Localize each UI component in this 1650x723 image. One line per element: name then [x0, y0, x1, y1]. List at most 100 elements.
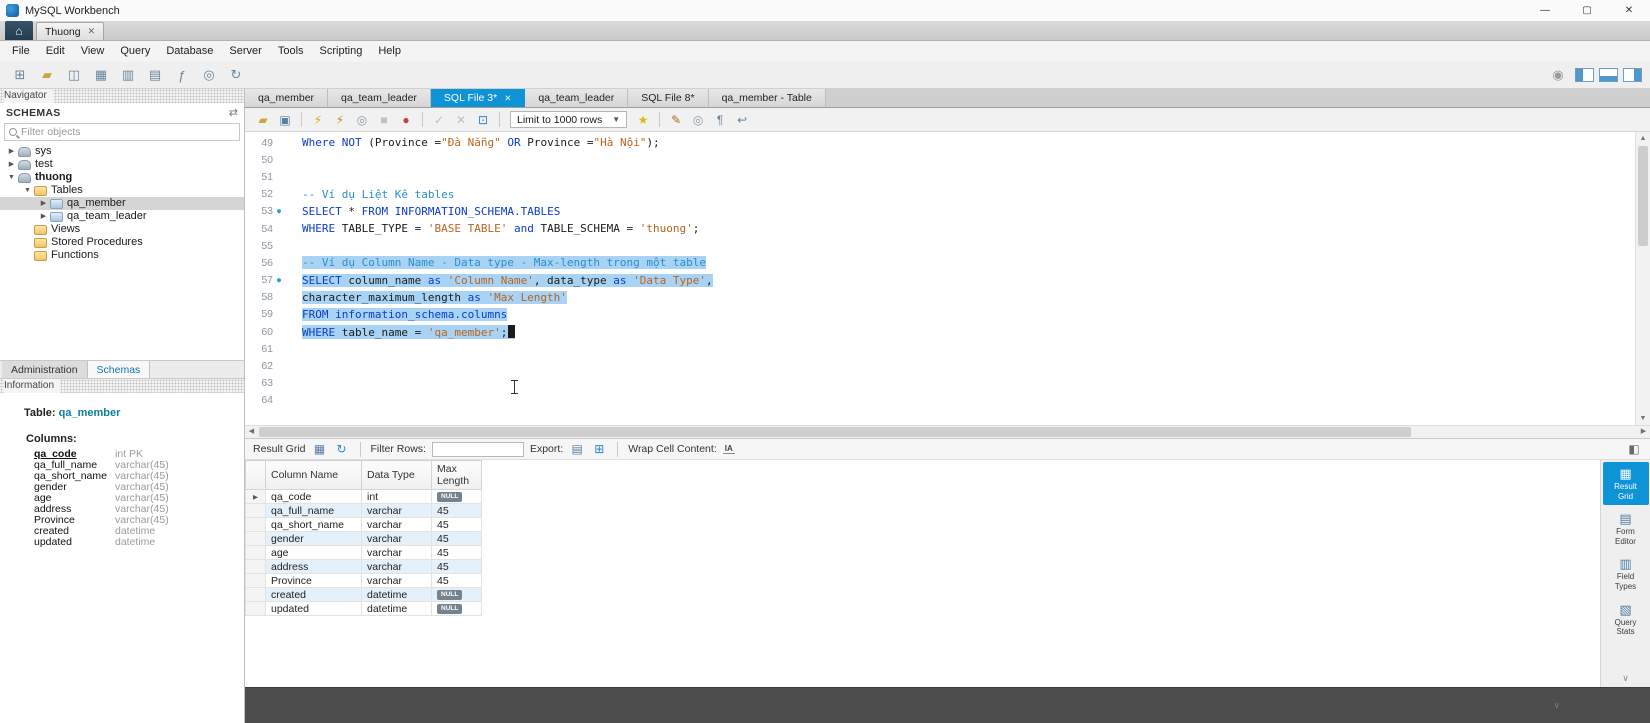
menu-item-file[interactable]: File — [4, 41, 38, 62]
reconnect-dbms-icon[interactable]: ↻ — [224, 65, 248, 86]
editor-vertical-scrollbar[interactable]: ▲ ▼ — [1635, 132, 1650, 425]
sidebar-tab-schemas[interactable]: Schemas — [87, 361, 151, 378]
search-data-icon[interactable]: ◎ — [197, 65, 221, 86]
cell-data-type[interactable]: varchar — [361, 559, 432, 575]
save-snippet-icon[interactable]: ★ — [633, 111, 653, 129]
menu-item-database[interactable]: Database — [158, 41, 221, 62]
grid-row[interactable]: ▶ qa_code int NULL — [245, 489, 482, 505]
close-tab-icon[interactable]: ✕ — [504, 93, 511, 104]
stop-icon[interactable]: ■ — [374, 111, 394, 129]
import-icon[interactable]: ⊞ — [591, 442, 607, 456]
grid-row[interactable]: gender varchar 45 — [245, 531, 482, 547]
grid-row[interactable]: qa_full_name varchar 45 — [245, 503, 482, 519]
editor-tab-sql-file-3-3[interactable]: SQL File 3* ✕ — [430, 89, 526, 107]
chevron-collapsed-icon[interactable]: ▶ — [6, 145, 17, 158]
tree-item-qa-team-leader[interactable]: ▶ qa_team_leader — [0, 210, 244, 223]
grid-column-header[interactable]: Column Name — [265, 460, 362, 491]
grid-row[interactable]: address varchar 45 — [245, 559, 482, 575]
cell-data-type[interactable]: datetime — [361, 587, 432, 603]
create-function-icon[interactable]: ƒ — [170, 65, 194, 86]
cell-column-name[interactable]: address — [265, 559, 362, 575]
autocommit-icon[interactable]: ⊡ — [473, 111, 493, 129]
row-selector[interactable] — [245, 573, 266, 589]
scroll-left-icon[interactable]: ◀ — [245, 426, 258, 439]
grid-view-icon[interactable]: ▦ — [312, 442, 328, 456]
chevron-down-icon[interactable]: ∨ — [1622, 673, 1629, 687]
save-script-icon[interactable]: ▣ — [275, 111, 295, 129]
grid-column-header[interactable]: Data Type — [361, 460, 432, 491]
row-selector[interactable] — [245, 559, 266, 575]
side-button-form-editor[interactable]: ▤ Form Editor — [1603, 507, 1649, 550]
cell-max-length[interactable]: 45 — [431, 531, 482, 547]
cell-column-name[interactable]: gender — [265, 531, 362, 547]
side-button-field-types[interactable]: ▥ Field Types — [1603, 552, 1649, 595]
editor-tab-qa-member-table-6[interactable]: qa_member - Table — [708, 89, 826, 107]
tree-item-thuong[interactable]: ▼ thuong — [0, 171, 244, 184]
row-selector[interactable] — [245, 587, 266, 603]
create-procedure-icon[interactable]: ▤ — [143, 65, 167, 86]
code-line[interactable]: 52 -- Ví dụ Liệt Kê tables — [245, 186, 1635, 203]
row-selector[interactable] — [245, 517, 266, 533]
cell-max-length[interactable]: 45 — [431, 559, 482, 575]
code-line[interactable]: 60 WHERE table_name = 'qa_member'; — [245, 323, 1635, 340]
cell-column-name[interactable]: created — [265, 587, 362, 603]
grid-row[interactable]: created datetime NULL — [245, 587, 482, 603]
code-line[interactable]: 55 — [245, 237, 1635, 254]
cell-column-name[interactable]: updated — [265, 601, 362, 617]
editor-tab-qa-team-leader-4[interactable]: qa_team_leader — [525, 89, 629, 107]
tree-item-sys[interactable]: ▶ sys — [0, 145, 244, 158]
side-button-query-stats[interactable]: ▧ Query Stats — [1603, 598, 1649, 641]
tree-item-views[interactable]: Views — [0, 223, 244, 236]
create-table-icon[interactable]: ▦ — [89, 65, 113, 86]
explain-icon[interactable]: ◎ — [352, 111, 372, 129]
wrap-text-icon[interactable]: ↩ — [732, 111, 752, 129]
cell-column-name[interactable]: qa_full_name — [265, 503, 362, 519]
limit-rows-dropdown[interactable]: Limit to 1000 rows ▼ — [510, 111, 628, 128]
cell-data-type[interactable]: int — [361, 489, 432, 505]
cell-max-length[interactable]: 45 — [431, 573, 482, 589]
cell-max-length[interactable]: 45 — [431, 517, 482, 533]
home-button[interactable]: ⌂ — [5, 21, 33, 40]
rollback-icon[interactable]: ✕ — [451, 111, 471, 129]
code-line[interactable]: 64 — [245, 392, 1635, 409]
commit-icon[interactable]: ✓ — [429, 111, 449, 129]
create-view-icon[interactable]: ▥ — [116, 65, 140, 86]
code-line[interactable]: 57 ● SELECT column_name as 'Column Name', … — [245, 272, 1635, 289]
cell-column-name[interactable]: age — [265, 545, 362, 561]
grid-row[interactable]: updated datetime NULL — [245, 601, 482, 617]
vertical-scroll-thumb[interactable] — [1638, 146, 1648, 246]
create-schema-icon[interactable]: ◫ — [62, 65, 86, 86]
cell-max-length[interactable]: NULL — [431, 601, 482, 617]
code-line[interactable]: 59 FROM information_schema.columns — [245, 306, 1635, 323]
sql-editor[interactable]: 49 Where NOT (Province ="Đà Nẵng" OR Prov… — [245, 132, 1650, 425]
filter-objects-input[interactable] — [21, 126, 235, 138]
tree-item-stored-procedures[interactable]: Stored Procedures — [0, 236, 244, 249]
editor-tab-sql-file-8-5[interactable]: SQL File 8* — [628, 89, 709, 107]
menu-item-scripting[interactable]: Scripting — [312, 41, 371, 62]
editor-tab-qa-member-1[interactable]: qa_member — [245, 89, 329, 107]
cell-data-type[interactable]: datetime — [361, 601, 432, 617]
new-sql-tab-icon[interactable]: ⊞ — [8, 65, 32, 86]
code-line[interactable]: 58 character_maximum_length as 'Max Lengt… — [245, 289, 1635, 306]
scroll-right-icon[interactable]: ▶ — [1637, 426, 1650, 439]
grid-row[interactable]: age varchar 45 — [245, 545, 482, 561]
export-icon[interactable]: ▤ — [569, 442, 585, 456]
current-row-marker[interactable]: ▶ — [245, 489, 266, 505]
code-line[interactable]: 56 -- Ví dụ Column Name - Data type - Max… — [245, 254, 1635, 271]
wrap-cell-content-icon[interactable]: ΙA — [722, 444, 735, 454]
code-line[interactable]: 61 — [245, 340, 1635, 357]
maximize-button[interactable]: ▢ — [1566, 0, 1608, 21]
row-selector[interactable] — [245, 503, 266, 519]
code-line[interactable]: 63 — [245, 375, 1635, 392]
execute-icon[interactable]: ⚡ — [308, 111, 328, 129]
menu-item-view[interactable]: View — [73, 41, 113, 62]
tree-item-functions[interactable]: Functions — [0, 249, 244, 262]
cell-data-type[interactable]: varchar — [361, 545, 432, 561]
cell-data-type[interactable]: varchar — [361, 517, 432, 533]
minimize-button[interactable]: — — [1524, 0, 1566, 21]
scroll-up-icon[interactable]: ▲ — [1636, 132, 1650, 145]
stop-on-error-icon[interactable]: ● — [396, 111, 416, 129]
chevron-collapsed-icon[interactable]: ▶ — [38, 210, 49, 223]
connection-tab-thuong[interactable]: Thuong ✕ — [36, 22, 105, 40]
cell-max-length[interactable]: NULL — [431, 489, 482, 505]
